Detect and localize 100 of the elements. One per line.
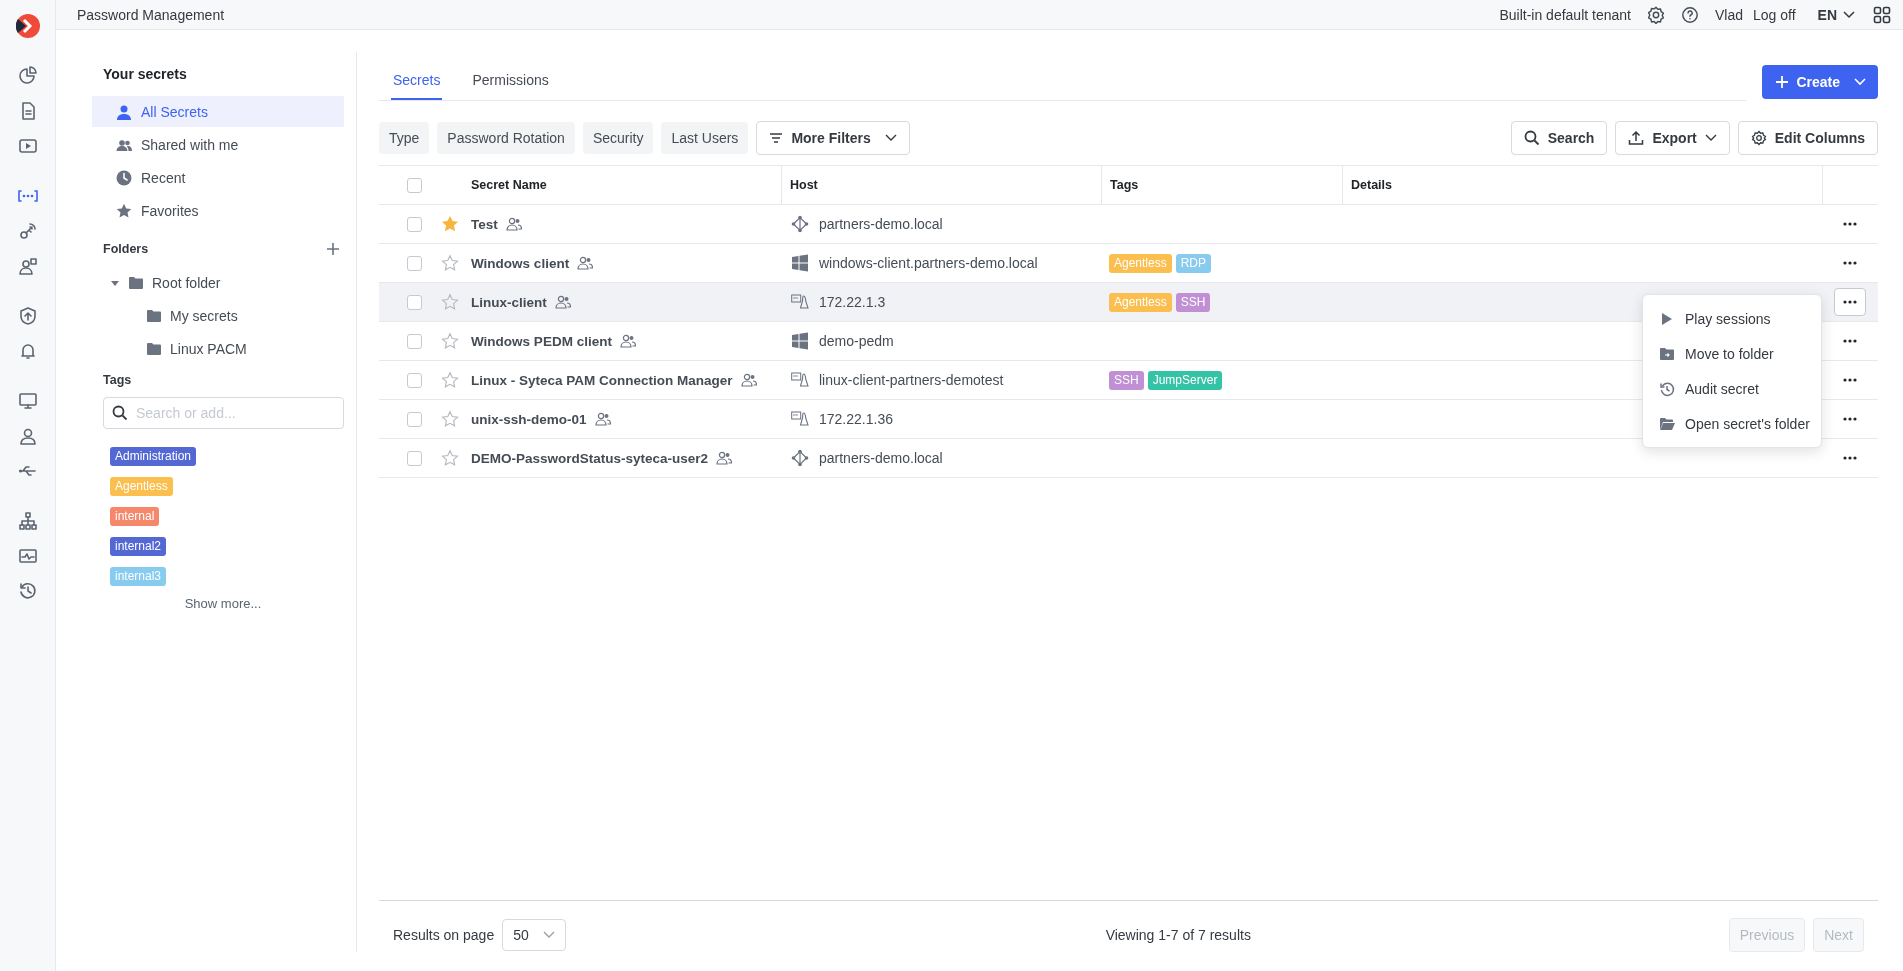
history-icon: [1659, 380, 1675, 397]
host-name: 172.22.1.3: [819, 294, 886, 310]
tag-search-field[interactable]: Search or add...: [103, 397, 344, 429]
host-name: linux-client-partners-demotest: [819, 372, 1004, 388]
upload-icon: [1628, 130, 1645, 146]
filter-button[interactable]: Last Users: [661, 122, 749, 154]
gear-icon: [1750, 130, 1767, 146]
row-checkbox[interactable]: [406, 411, 422, 427]
row-checkbox[interactable]: [406, 450, 422, 466]
more-dots-icon: [1843, 417, 1857, 421]
favorite-star-icon[interactable]: [441, 371, 459, 389]
favorite-star-icon[interactable]: [441, 215, 459, 233]
more-filters-button[interactable]: More Filters: [756, 121, 910, 155]
hierarchy-icon[interactable]: [17, 511, 38, 531]
export-button[interactable]: Export: [1615, 121, 1730, 155]
secret-name[interactable]: DEMO-PasswordStatus-syteca-user2: [471, 450, 709, 466]
favorite-star-icon[interactable]: [441, 449, 459, 467]
secret-name[interactable]: unix-ssh-demo-01: [471, 411, 587, 427]
log-off-link[interactable]: Log off: [1753, 6, 1796, 23]
search-button[interactable]: Search: [1510, 121, 1608, 155]
play-screen-icon[interactable]: [17, 136, 38, 156]
host-name: windows-client.partners-demo.local: [819, 255, 1038, 271]
tag[interactable]: Administration: [110, 447, 197, 466]
add-icon[interactable]: [326, 242, 340, 256]
user-icon[interactable]: [17, 426, 38, 446]
star-icon: [116, 202, 132, 219]
more-dots-icon: [1843, 222, 1857, 226]
search-icon: [112, 405, 128, 421]
folder-arrow-icon: [1659, 345, 1675, 362]
filter-button[interactable]: Security: [582, 122, 654, 154]
host-name: partners-demo.local: [819, 216, 943, 232]
folders-heading: Folders: [103, 242, 149, 256]
settings-icon[interactable]: [1646, 5, 1665, 24]
secret-name[interactable]: Linux-client: [471, 294, 547, 310]
row-checkbox[interactable]: [406, 372, 422, 388]
column-header: Tags: [1101, 166, 1342, 204]
history-icon[interactable]: [17, 581, 38, 601]
help-icon[interactable]: [1680, 5, 1699, 24]
sidebar-item[interactable]: Recent: [92, 162, 344, 193]
favorite-star-icon[interactable]: [441, 293, 459, 311]
folder-icon: [146, 340, 162, 357]
filter-button[interactable]: Type: [379, 122, 430, 154]
language-selector[interactable]: EN: [1817, 6, 1855, 23]
user-question-icon[interactable]: [17, 256, 38, 276]
chevron-down-icon: [1843, 10, 1855, 19]
sidebar-item[interactable]: All Secrets: [92, 96, 344, 127]
shield-upload-icon[interactable]: [17, 306, 38, 326]
app-title: Password Management: [77, 6, 225, 23]
row-checkbox[interactable]: [406, 216, 422, 232]
host-name: partners-demo.local: [819, 450, 943, 466]
row-checkbox[interactable]: [406, 294, 422, 310]
table-row[interactable]: Test partners-demo.local: [379, 205, 1878, 244]
host-name: 172.22.1.36: [819, 411, 893, 427]
secret-name[interactable]: Windows client: [471, 255, 570, 271]
sidebar-item[interactable]: Favorites: [92, 195, 344, 226]
menu-item[interactable]: Open secret's folder: [1643, 406, 1821, 441]
user-icon: [116, 103, 132, 120]
search-icon: [1523, 130, 1540, 146]
more-dots-icon: [1843, 339, 1857, 343]
folder-item[interactable]: My secrets: [92, 299, 344, 332]
secret-name[interactable]: Test: [471, 216, 498, 232]
results-summary: Viewing 1-7 of 7 results: [1105, 927, 1251, 943]
column-header: Host: [781, 166, 1101, 204]
filter-button[interactable]: Password Rotation: [437, 122, 575, 154]
tab[interactable]: Permissions: [470, 72, 551, 100]
more-dots-icon: [1843, 261, 1857, 265]
secret-name[interactable]: Linux - Syteca PAM Connection Manager: [471, 372, 733, 388]
secret-name[interactable]: Windows PEDM client: [471, 333, 612, 349]
folder-item[interactable]: Root folder: [92, 266, 344, 299]
select-all-checkbox[interactable]: [406, 177, 422, 193]
show-more-link[interactable]: Show more...: [184, 596, 262, 611]
logo-icon[interactable]: [15, 14, 40, 38]
apps-grid-icon[interactable]: [1873, 5, 1891, 24]
favorite-star-icon[interactable]: [441, 410, 459, 428]
tag[interactable]: internal2: [110, 537, 167, 556]
create-button[interactable]: Create: [1762, 65, 1878, 99]
edit-columns-button[interactable]: Edit Columns: [1737, 121, 1878, 155]
activity-chart-icon[interactable]: [17, 546, 38, 566]
section-title: Your secrets: [103, 66, 188, 82]
folder-icon: [146, 307, 162, 324]
folder-item[interactable]: Linux PACM: [92, 332, 344, 365]
key-signal-icon[interactable]: [17, 221, 38, 241]
monitor-icon[interactable]: [17, 391, 38, 411]
sidebar-item[interactable]: Shared with me: [92, 129, 344, 160]
favorite-star-icon[interactable]: [441, 254, 459, 272]
row-checkbox[interactable]: [406, 255, 422, 271]
chevron-down-icon: [1854, 78, 1866, 86]
row-actions-button[interactable]: [1834, 288, 1866, 316]
more-dots-icon: [1843, 456, 1857, 460]
favorite-star-icon[interactable]: [441, 332, 459, 350]
tenant-name[interactable]: Built-in default tenant: [1499, 6, 1631, 23]
row-checkbox[interactable]: [406, 333, 422, 349]
tab[interactable]: Secrets: [391, 72, 443, 100]
folder-icon: [128, 274, 144, 291]
user-name[interactable]: Vlad: [1714, 6, 1743, 23]
page-size-select[interactable]: 50: [502, 919, 566, 951]
pie-chart-icon[interactable]: [17, 66, 38, 86]
chevron-down-icon: [542, 931, 555, 939]
plus-icon: [1776, 76, 1789, 88]
clock-icon: [116, 169, 132, 186]
